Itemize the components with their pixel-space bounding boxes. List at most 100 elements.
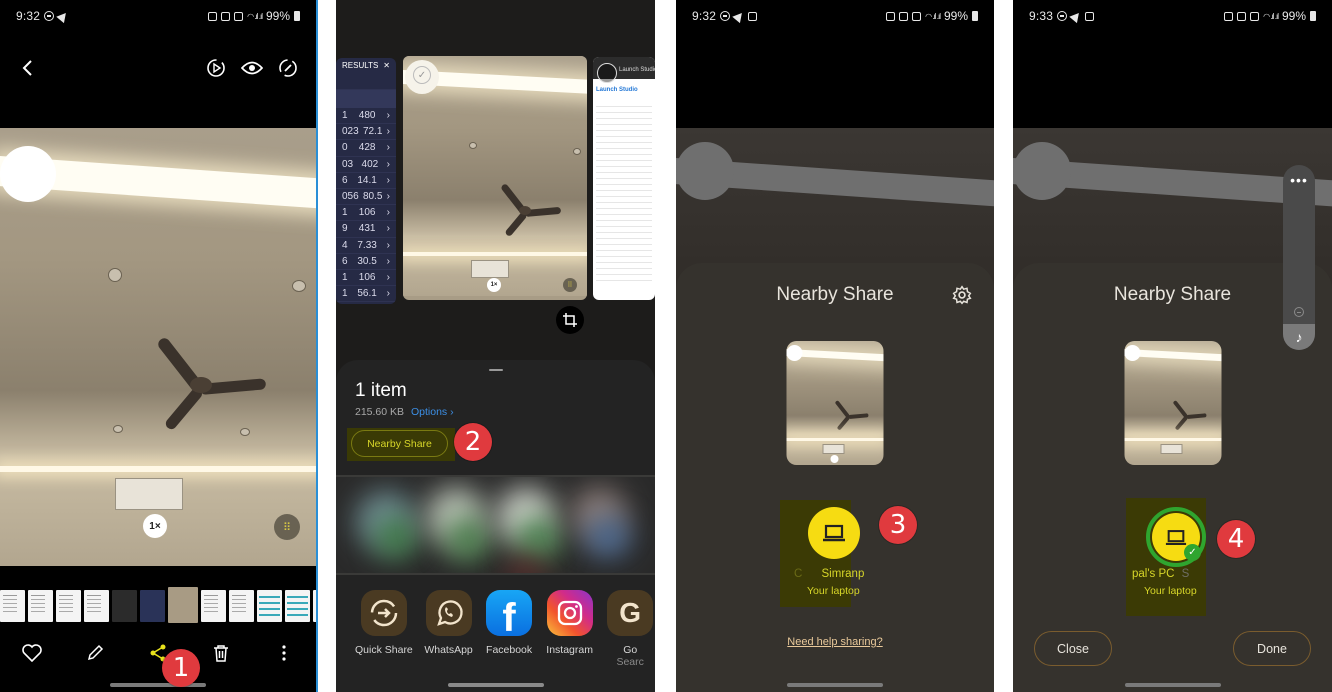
nearby-share-button[interactable]: Nearby Share — [351, 430, 448, 457]
file-size: 215.60 KB — [355, 406, 405, 418]
result-row[interactable]: 03 402 › — [336, 157, 396, 173]
app-quick-share[interactable]: Quick Share — [355, 590, 413, 668]
edit-button[interactable] — [80, 638, 110, 668]
favorite-button[interactable] — [17, 638, 47, 668]
thumbnail[interactable] — [229, 590, 254, 622]
device-type: Your laptop — [807, 585, 860, 597]
chevron-right-icon: › — [386, 223, 390, 235]
dnd-icon — [1057, 11, 1068, 21]
result-value: 1 — [342, 288, 348, 300]
document-preview: Launch Studio Launch Studio — [593, 57, 655, 300]
share-sheet: 1 item 215.60 KB Options › Nearby Share … — [336, 360, 655, 692]
result-value: 6 — [342, 174, 348, 186]
thumbnail-selected[interactable] — [168, 587, 198, 623]
crop-icon — [563, 313, 577, 327]
device-laptop-button[interactable] — [808, 507, 860, 559]
item-count: 1 item — [355, 380, 407, 401]
battery-percent: 99% — [1281, 9, 1306, 23]
nav-gesture-bar[interactable] — [1124, 683, 1221, 687]
grid-dots-button[interactable]: ⠿ — [274, 514, 300, 540]
nav-gesture-bar[interactable] — [447, 683, 544, 687]
remaster-icon — [207, 59, 225, 77]
result-row[interactable]: 023 72.1 › — [336, 124, 396, 141]
zoom-level-indicator[interactable]: 1× — [143, 514, 167, 538]
thumbnail[interactable] — [84, 590, 109, 622]
results-title: RESULTS — [342, 61, 379, 70]
app-instagram[interactable]: Instagram — [545, 590, 595, 668]
photo-view[interactable]: 1× ⠿ — [0, 128, 316, 566]
result-row[interactable]: 6 30.5 › — [336, 254, 396, 270]
thumbnail[interactable] — [140, 590, 165, 622]
settings-gear-icon[interactable] — [952, 285, 972, 305]
thumbnail[interactable] — [313, 590, 316, 622]
bed-icon — [1237, 11, 1247, 21]
nav-gesture-bar[interactable] — [787, 683, 883, 687]
remaster-button[interactable] — [204, 56, 228, 80]
device-name-suffix: S — [1181, 568, 1190, 580]
app-google[interactable]: G Go Searc — [605, 590, 655, 668]
device-name: pal's PC — [1132, 568, 1175, 580]
app-list: Quick Share WhatsApp f Facebook Instagra… — [336, 590, 655, 668]
result-value: 056 — [342, 191, 359, 203]
thumbnail[interactable] — [0, 590, 25, 622]
rotate-button[interactable] — [276, 56, 300, 80]
chevron-right-icon: › — [386, 239, 390, 251]
need-help-link[interactable]: Need help sharing? — [676, 636, 994, 648]
close-button[interactable]: Close — [1034, 631, 1112, 666]
doc-heading: Launch Studio — [596, 87, 638, 93]
back-button[interactable] — [16, 56, 40, 80]
preview-photo: ✓ 1× ⠿ — [403, 56, 587, 296]
wifi-signal-icon: ◠ .ıl .ıl — [925, 11, 941, 21]
edge-panel[interactable]: ••• ♪ — [1283, 165, 1315, 350]
chevron-right-icon: › — [386, 126, 390, 138]
select-check[interactable] — [597, 63, 617, 83]
result-row[interactable]: 4 7.33 › — [336, 238, 396, 254]
thumbnail[interactable] — [28, 590, 53, 622]
music-note-icon[interactable]: ♪ — [1283, 324, 1315, 350]
result-value: 1 — [342, 110, 348, 122]
thumbnail[interactable] — [201, 590, 226, 622]
check-success-icon: ✓ — [1184, 544, 1201, 561]
thumbnail[interactable] — [257, 590, 282, 622]
result-row[interactable]: 9 431 › — [336, 221, 396, 238]
trash-icon — [214, 645, 229, 662]
result-row[interactable]: 056 80.5 › — [336, 189, 396, 206]
step-badge: 4 — [1217, 520, 1255, 558]
done-button[interactable]: Done — [1233, 631, 1311, 666]
wifi-signal-icon: ◠ .ıl .ıl — [1263, 11, 1279, 21]
step-badge: 2 — [454, 423, 492, 461]
app-facebook[interactable]: f Facebook — [484, 590, 534, 668]
view-button[interactable] — [240, 56, 264, 80]
quick-share-icon — [370, 599, 398, 627]
speedtest-results-card: RESULTS ✕ 1 480 › 023 72.1 › 0 428 › 03 402 › 6 14.1 › 0… — [336, 58, 396, 304]
more-options-button[interactable] — [269, 638, 299, 668]
close-icon: ✕ — [383, 61, 390, 70]
result-row[interactable]: 0 428 › — [336, 140, 396, 157]
doc-title: Launch Studio — [619, 67, 655, 73]
image-preview: ✓ 1× ⠿ — [403, 56, 587, 300]
drag-handle[interactable] — [488, 369, 503, 371]
result-row[interactable]: 1 106 › — [336, 205, 396, 222]
options-link[interactable]: Options › — [411, 406, 454, 418]
gallery-screen: 9:32 ◠ .ıl .ıl 99% 1× ⠿ 1 — [0, 0, 318, 692]
direct-share-contacts-blurred — [336, 475, 655, 575]
thumbnail[interactable] — [56, 590, 81, 622]
battery-icon — [1310, 11, 1316, 21]
thumbnail[interactable] — [285, 590, 310, 622]
google-icon: G — [619, 597, 642, 628]
nearby-share-sheet: Nearby Share C Simranp Your laptop 3 Nee — [676, 263, 994, 692]
result-value: 1 — [342, 207, 348, 219]
result-row[interactable]: 1 106 › — [336, 270, 396, 287]
app-whatsapp[interactable]: WhatsApp — [424, 590, 474, 668]
thumbnail[interactable] — [112, 590, 137, 622]
battery-icon — [294, 11, 300, 21]
crop-button[interactable] — [556, 306, 584, 334]
result-row[interactable]: 6 14.1 › — [336, 173, 396, 189]
status-bar: 9:33 ◠ .ıl .ıl 99% — [1013, 0, 1332, 32]
delete-button[interactable] — [206, 638, 236, 668]
spotlight — [240, 428, 250, 436]
result-row[interactable]: 1 480 › — [336, 108, 396, 125]
more-horiz-icon[interactable]: ••• — [1283, 173, 1315, 187]
minus-icon[interactable] — [1294, 307, 1304, 317]
result-row[interactable]: 1 56.1 › — [336, 286, 396, 303]
